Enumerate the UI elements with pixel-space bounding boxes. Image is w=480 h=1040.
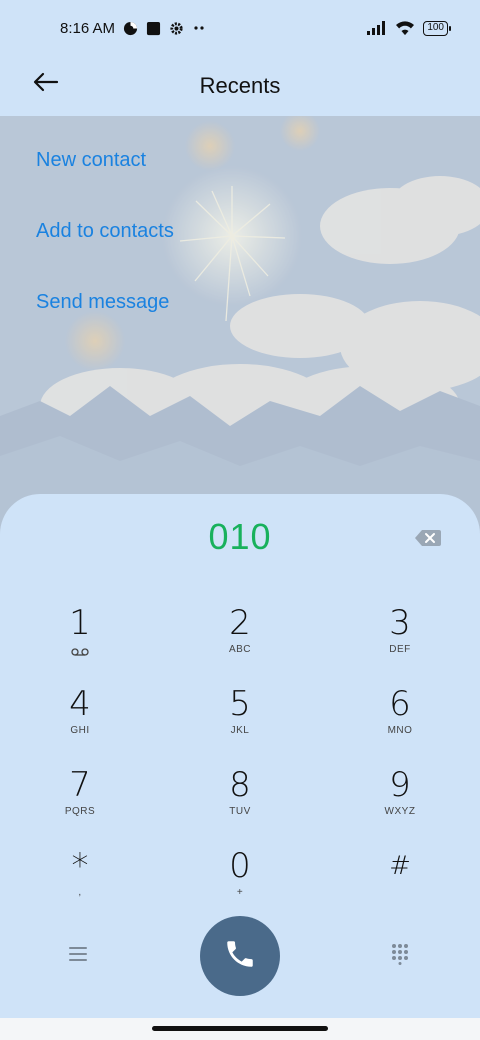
key-digit: * [71, 846, 89, 886]
key-digit: 6 [389, 684, 411, 724]
key-digit: 2 [229, 603, 251, 643]
more-dots-icon [192, 25, 206, 31]
key-letters: GHI [70, 725, 90, 736]
wifi-icon [395, 20, 415, 36]
key-7[interactable]: 7 PQRS [0, 762, 160, 843]
number-display-row: 010 [0, 494, 480, 584]
key-digit: 5 [229, 684, 251, 724]
key-digit: 8 [229, 765, 251, 805]
key-6[interactable]: 6 MNO [320, 681, 480, 762]
dialpad-bottom-row [0, 916, 480, 996]
arrow-left-icon [33, 72, 59, 97]
gear-icon [169, 21, 184, 36]
new-contact-link[interactable]: New contact [36, 132, 174, 203]
voicemail-icon [71, 646, 89, 658]
key-letters: TUV [229, 806, 251, 817]
backspace-button[interactable] [414, 528, 442, 548]
key-2[interactable]: 2 ABC [160, 600, 320, 681]
phone-icon [223, 937, 257, 976]
signal-icon [367, 21, 387, 35]
key-letters: MNO [387, 725, 413, 736]
key-digit: 4 [69, 684, 91, 724]
battery-level: 100 [427, 21, 444, 33]
key-digit: # [389, 851, 411, 881]
page-title: Recents [199, 73, 281, 98]
home-indicator[interactable] [152, 1026, 328, 1031]
key-hash[interactable]: # [320, 843, 480, 924]
key-digit: 1 [69, 603, 91, 643]
status-time: 8:16 AM [60, 19, 116, 37]
data-saver-icon [123, 21, 138, 36]
add-to-contacts-link[interactable]: Add to contacts [36, 203, 174, 274]
status-left: 8:16 AM [60, 20, 206, 37]
key-letters: WXYZ [384, 806, 416, 817]
call-button[interactable] [200, 916, 280, 996]
gesture-nav-bar [0, 1018, 480, 1040]
key-letters: DEF [389, 644, 411, 655]
key-1[interactable]: 1 [0, 600, 160, 681]
quick-actions: New contact Add to contacts Send message [36, 132, 174, 345]
key-letters: ABC [228, 644, 252, 655]
battery-icon: 100 [423, 20, 451, 36]
key-5[interactable]: 5 JKL [160, 681, 320, 762]
send-message-link[interactable]: Send message [36, 274, 174, 345]
key-letters: , [78, 887, 82, 898]
key-letters: PQRS [64, 806, 96, 817]
key-star[interactable]: * , [0, 843, 160, 924]
dialpad-panel: 010 1 2 ABC 3 DEF 4 GHI 5 JKL 6 MNO 7 PQ… [0, 494, 480, 1040]
status-right: 100 [367, 20, 451, 36]
back-button[interactable] [28, 66, 64, 102]
key-0[interactable]: 0 + [160, 843, 320, 924]
key-letters: JKL [230, 725, 250, 736]
keypad: 1 2 ABC 3 DEF 4 GHI 5 JKL 6 MNO 7 PQRS 8… [0, 600, 480, 924]
key-9[interactable]: 9 WXYZ [320, 762, 480, 843]
keypad-toggle-button[interactable] [386, 942, 414, 970]
key-digit: 3 [389, 603, 411, 643]
square-app-icon [146, 21, 161, 36]
header: Recents [0, 56, 480, 116]
key-digit: 0 [229, 846, 251, 886]
menu-button[interactable] [64, 942, 92, 970]
key-4[interactable]: 4 GHI [0, 681, 160, 762]
key-digit: 9 [389, 765, 411, 805]
dialed-number[interactable]: 010 [0, 516, 480, 558]
status-bar: 8:16 AM 100 [0, 0, 480, 56]
backspace-icon [414, 530, 442, 552]
dialpad-grid-icon [391, 943, 409, 970]
key-digit: 7 [69, 765, 91, 805]
key-8[interactable]: 8 TUV [160, 762, 320, 843]
hamburger-menu-icon [68, 946, 88, 967]
key-3[interactable]: 3 DEF [320, 600, 480, 681]
key-letters: + [236, 887, 244, 898]
